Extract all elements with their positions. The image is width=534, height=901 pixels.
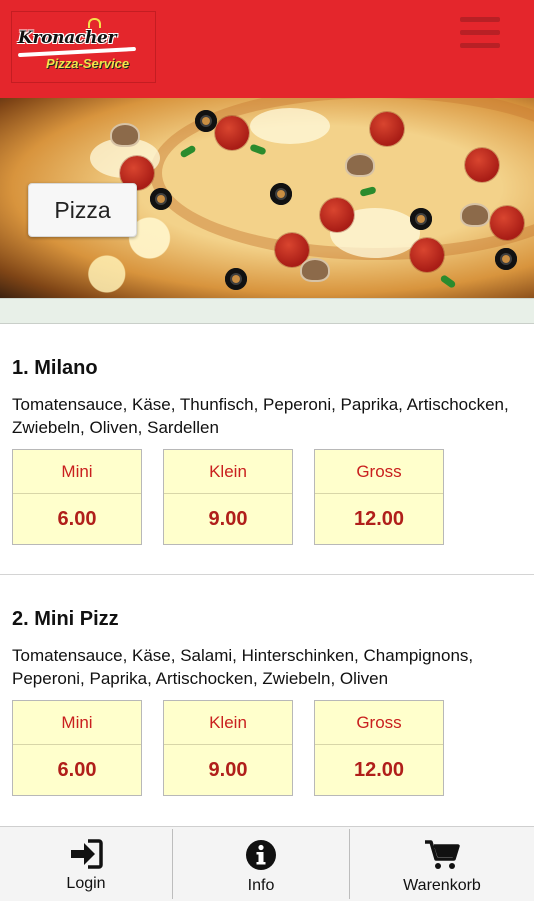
mushroom <box>345 153 375 177</box>
price-option-mini[interactable]: Mini 6.00 <box>12 700 142 796</box>
item-title: 1. Milano <box>12 357 98 379</box>
info-button[interactable]: Info <box>173 827 349 901</box>
login-label: Login <box>66 875 106 892</box>
size-label: Mini <box>13 701 141 745</box>
info-icon <box>246 840 276 870</box>
logo-title: Kronacher <box>18 28 117 48</box>
size-label: Klein <box>164 450 292 494</box>
crown-icon <box>88 18 101 28</box>
olive <box>225 268 247 290</box>
size-label: Mini <box>13 450 141 494</box>
price-option-klein[interactable]: Klein 9.00 <box>163 449 293 545</box>
item-title: 2. Mini Pizz <box>12 608 119 630</box>
item-description: Tomatensauce, Käse, Thunfisch, Peperoni,… <box>12 395 509 437</box>
item-description: Tomatensauce, Käse, Salami, Hinterschink… <box>12 646 474 688</box>
cart-button[interactable]: Warenkorb <box>350 827 534 901</box>
price-options: Mini 6.00 Klein 9.00 Gross 12.00 <box>12 700 512 796</box>
pepperoni <box>215 116 249 150</box>
bottom-nav: Login Info Warenkorb <box>0 826 534 901</box>
pepperoni <box>465 148 499 182</box>
login-icon <box>71 839 103 869</box>
price-value: 9.00 <box>208 759 248 781</box>
olive <box>150 188 172 210</box>
mushroom <box>300 258 330 282</box>
price-option-klein[interactable]: Klein 9.00 <box>163 700 293 796</box>
category-label: Pizza <box>28 183 137 237</box>
price-value: 6.00 <box>57 508 97 530</box>
price-value: 6.00 <box>57 759 97 781</box>
price-value: 12.00 <box>353 508 405 530</box>
price-options: Mini 6.00 Klein 9.00 Gross 12.00 <box>12 449 512 545</box>
olive <box>410 208 432 230</box>
cart-label: Warenkorb <box>403 877 481 894</box>
logo-subtitle: Pizza-Service <box>46 56 130 71</box>
hamburger-menu-icon[interactable] <box>460 15 500 51</box>
brand-logo[interactable]: Kronacher Pizza-Service <box>11 11 156 83</box>
app-header: Kronacher Pizza-Service <box>0 0 534 98</box>
price-option-gross[interactable]: Gross 12.00 <box>314 449 444 545</box>
shopping-cart-icon <box>425 840 460 869</box>
olive <box>195 110 217 132</box>
size-label: Gross <box>315 701 443 745</box>
pepperoni <box>410 238 444 272</box>
size-label: Klein <box>164 701 292 745</box>
size-label: Gross <box>315 450 443 494</box>
price-value: 12.00 <box>353 759 405 781</box>
price-option-mini[interactable]: Mini 6.00 <box>12 449 142 545</box>
info-label: Info <box>247 877 275 894</box>
section-strip <box>0 298 534 324</box>
olive <box>495 248 517 270</box>
login-button[interactable]: Login <box>0 827 172 901</box>
price-option-gross[interactable]: Gross 12.00 <box>314 700 444 796</box>
mushroom <box>110 123 140 147</box>
pepperoni <box>370 112 404 146</box>
olive <box>270 183 292 205</box>
pepperoni <box>320 198 354 232</box>
pepperoni <box>490 206 524 240</box>
price-value: 9.00 <box>208 508 248 530</box>
mushroom <box>460 203 490 227</box>
item-divider <box>0 574 534 575</box>
